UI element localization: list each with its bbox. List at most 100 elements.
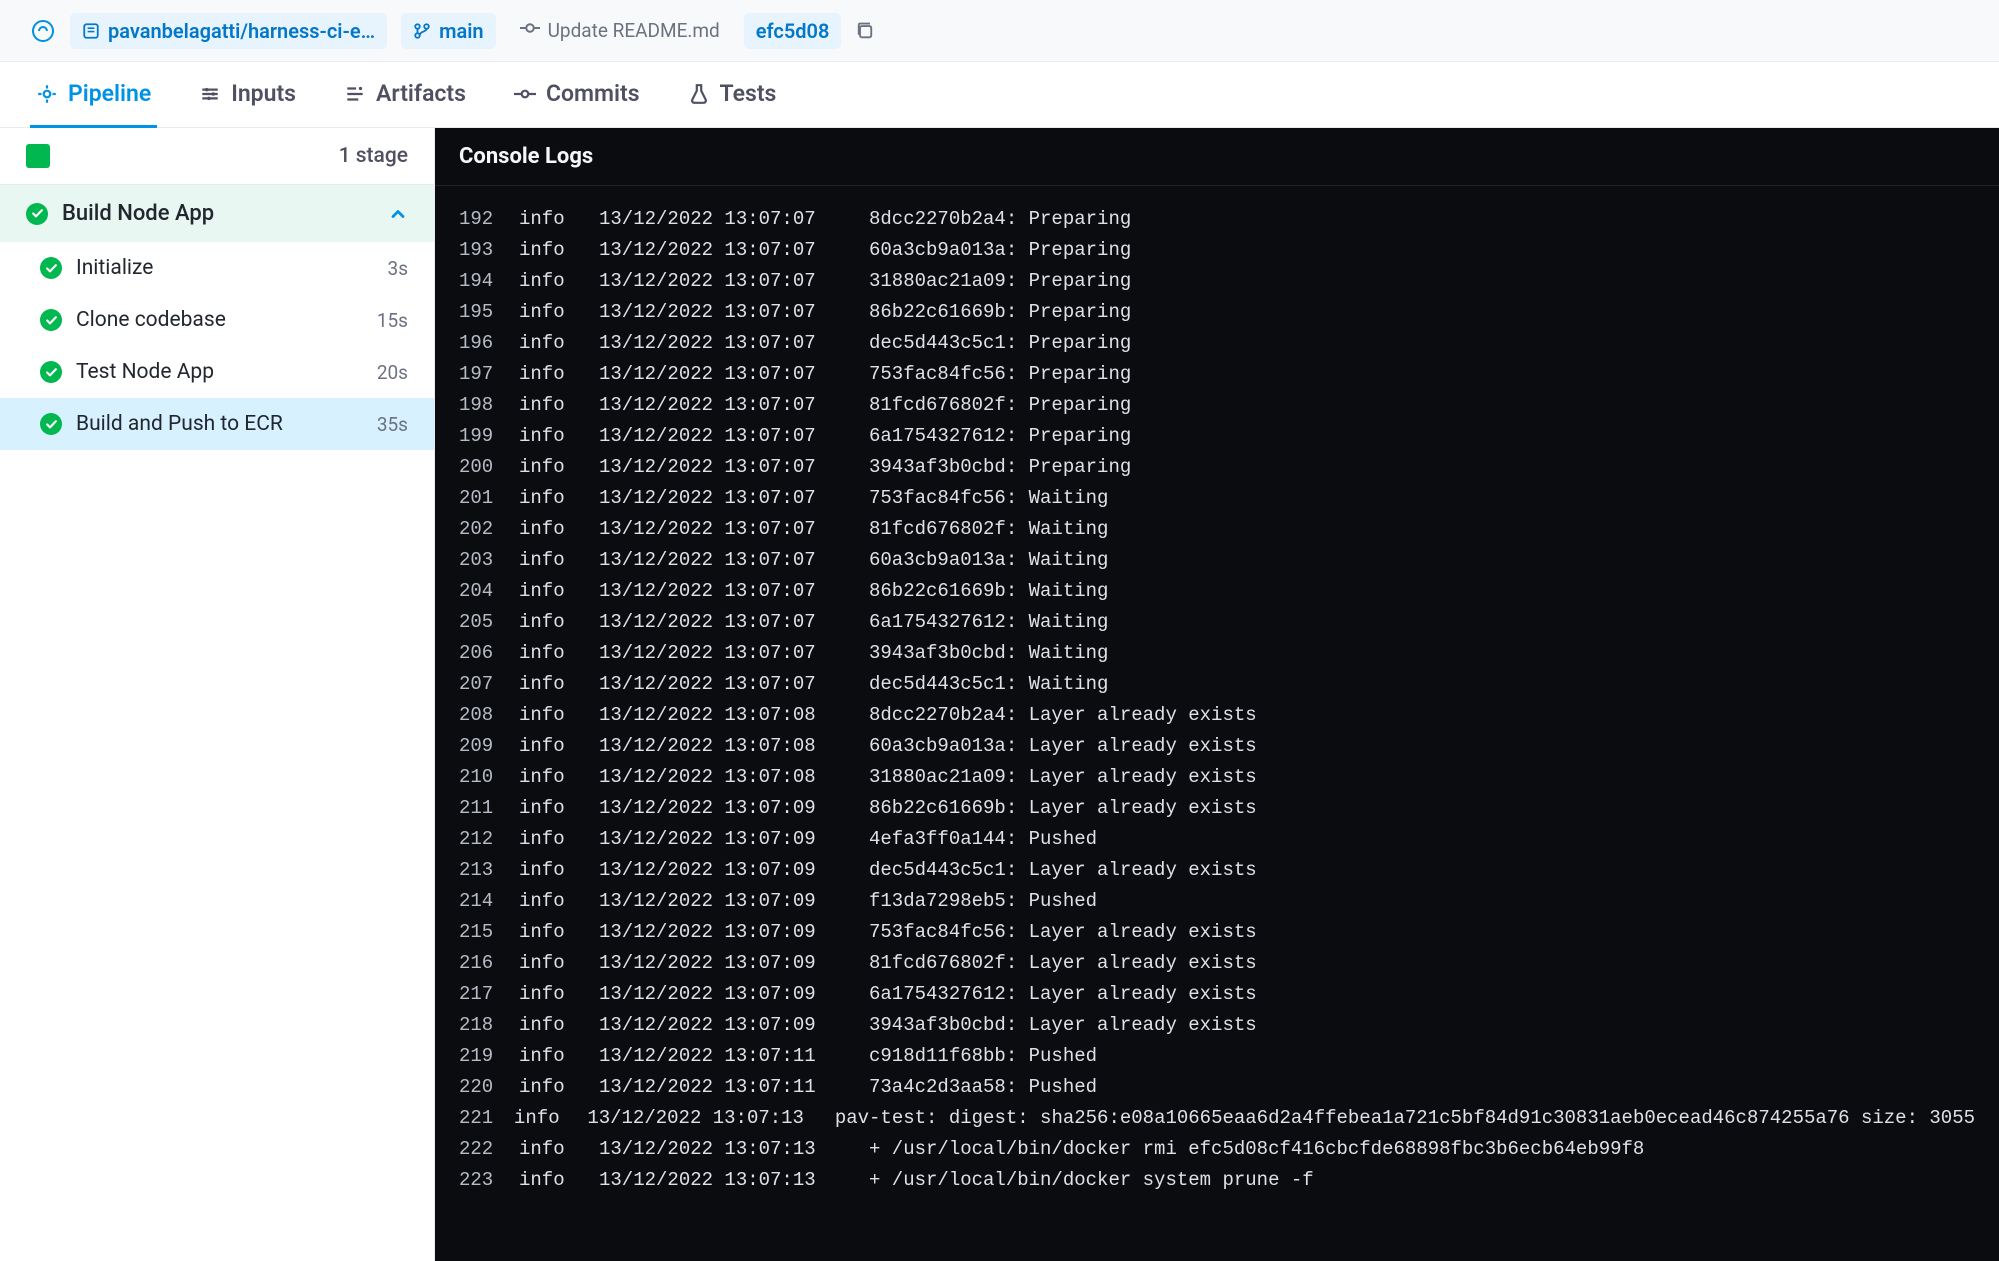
tabs-bar: Pipeline Inputs Artifacts Commits Tests bbox=[0, 62, 1999, 128]
status-square-icon bbox=[26, 144, 50, 168]
log-level: info bbox=[519, 483, 599, 514]
log-line: 222info13/12/2022 13:07:13+ /usr/local/b… bbox=[459, 1134, 1975, 1165]
log-line: 205info13/12/2022 13:07:076a1754327612: … bbox=[459, 607, 1975, 638]
log-level: info bbox=[519, 328, 599, 359]
branch-chip[interactable]: main bbox=[401, 13, 495, 49]
stages-sidebar: 1 stage Build Node App Initialize 3s bbox=[0, 128, 435, 1261]
chevron-up-icon bbox=[388, 204, 408, 224]
log-line: 192info13/12/2022 13:07:078dcc2270b2a4: … bbox=[459, 204, 1975, 235]
log-message: 81fcd676802f: Layer already exists bbox=[869, 948, 1257, 979]
log-line: 215info13/12/2022 13:07:09753fac84fc56: … bbox=[459, 917, 1975, 948]
log-line-number: 197 bbox=[459, 359, 519, 390]
log-line: 209info13/12/2022 13:07:0860a3cb9a013a: … bbox=[459, 731, 1975, 762]
log-timestamp: 13/12/2022 13:07:07 bbox=[599, 266, 869, 297]
step-name: Test Node App bbox=[76, 360, 214, 384]
log-line-number: 193 bbox=[459, 235, 519, 266]
log-message: 86b22c61669b: Waiting bbox=[869, 576, 1108, 607]
tab-pipeline[interactable]: Pipeline bbox=[30, 62, 157, 128]
step-row[interactable]: Build and Push to ECR 35s bbox=[0, 398, 434, 450]
log-line-number: 220 bbox=[459, 1072, 519, 1103]
tab-tests[interactable]: Tests bbox=[682, 62, 783, 128]
log-timestamp: 13/12/2022 13:07:13 bbox=[587, 1103, 834, 1134]
step-row[interactable]: Initialize 3s bbox=[0, 242, 434, 294]
log-message: dec5d443c5c1: Layer already exists bbox=[869, 855, 1257, 886]
log-timestamp: 13/12/2022 13:07:08 bbox=[599, 731, 869, 762]
log-timestamp: 13/12/2022 13:07:08 bbox=[599, 762, 869, 793]
log-message: + /usr/local/bin/docker rmi efc5d08cf416… bbox=[869, 1134, 1644, 1165]
success-check-icon bbox=[26, 203, 48, 225]
success-check-icon bbox=[40, 361, 62, 383]
log-level: info bbox=[514, 1103, 587, 1134]
log-line-number: 212 bbox=[459, 824, 519, 855]
log-level: info bbox=[519, 390, 599, 421]
log-line: 221info13/12/2022 13:07:13pav-test: dige… bbox=[459, 1103, 1975, 1134]
artifacts-icon bbox=[344, 83, 366, 105]
log-message: 81fcd676802f: Preparing bbox=[869, 390, 1131, 421]
log-line: 202info13/12/2022 13:07:0781fcd676802f: … bbox=[459, 514, 1975, 545]
stage-name: Build Node App bbox=[62, 201, 214, 226]
log-line: 210info13/12/2022 13:07:0831880ac21a09: … bbox=[459, 762, 1975, 793]
log-line-number: 203 bbox=[459, 545, 519, 576]
log-level: info bbox=[519, 297, 599, 328]
tab-label: Artifacts bbox=[376, 80, 466, 107]
log-line: 194info13/12/2022 13:07:0731880ac21a09: … bbox=[459, 266, 1975, 297]
log-level: info bbox=[519, 545, 599, 576]
success-check-icon bbox=[40, 257, 62, 279]
log-message: 6a1754327612: Waiting bbox=[869, 607, 1108, 638]
log-timestamp: 13/12/2022 13:07:07 bbox=[599, 638, 869, 669]
log-line: 193info13/12/2022 13:07:0760a3cb9a013a: … bbox=[459, 235, 1975, 266]
step-duration: 35s bbox=[377, 413, 408, 436]
log-line: 213info13/12/2022 13:07:09dec5d443c5c1: … bbox=[459, 855, 1975, 886]
log-line: 207info13/12/2022 13:07:07dec5d443c5c1: … bbox=[459, 669, 1975, 700]
breadcrumb: pavanbelagatti/harness-ci-e… main Update… bbox=[0, 0, 1999, 62]
log-line: 203info13/12/2022 13:07:0760a3cb9a013a: … bbox=[459, 545, 1975, 576]
log-timestamp: 13/12/2022 13:07:07 bbox=[599, 452, 869, 483]
tab-label: Commits bbox=[546, 80, 640, 107]
log-timestamp: 13/12/2022 13:07:08 bbox=[599, 700, 869, 731]
success-check-icon bbox=[40, 309, 62, 331]
log-message: 3943af3b0cbd: Layer already exists bbox=[869, 1010, 1257, 1041]
tab-inputs[interactable]: Inputs bbox=[193, 62, 302, 128]
repo-chip[interactable]: pavanbelagatti/harness-ci-e… bbox=[70, 13, 387, 49]
log-line-number: 194 bbox=[459, 266, 519, 297]
step-row[interactable]: Test Node App 20s bbox=[0, 346, 434, 398]
log-level: info bbox=[519, 576, 599, 607]
tab-commits[interactable]: Commits bbox=[508, 62, 646, 128]
log-line: 220info13/12/2022 13:07:1173a4c2d3aa58: … bbox=[459, 1072, 1975, 1103]
log-message: 753fac84fc56: Waiting bbox=[869, 483, 1108, 514]
step-duration: 15s bbox=[377, 309, 408, 332]
log-level: info bbox=[519, 452, 599, 483]
branch-icon bbox=[413, 22, 431, 40]
log-timestamp: 13/12/2022 13:07:07 bbox=[599, 421, 869, 452]
log-message: 753fac84fc56: Preparing bbox=[869, 359, 1131, 390]
log-timestamp: 13/12/2022 13:07:09 bbox=[599, 917, 869, 948]
log-timestamp: 13/12/2022 13:07:07 bbox=[599, 545, 869, 576]
log-message: 60a3cb9a013a: Preparing bbox=[869, 235, 1131, 266]
log-level: info bbox=[519, 917, 599, 948]
harness-logo-icon[interactable] bbox=[30, 18, 56, 44]
log-message: 86b22c61669b: Preparing bbox=[869, 297, 1131, 328]
log-timestamp: 13/12/2022 13:07:11 bbox=[599, 1041, 869, 1072]
log-message: 86b22c61669b: Layer already exists bbox=[869, 793, 1257, 824]
commit-hash-chip[interactable]: efc5d08 bbox=[744, 13, 842, 49]
log-line-number: 214 bbox=[459, 886, 519, 917]
log-line: 208info13/12/2022 13:07:088dcc2270b2a4: … bbox=[459, 700, 1975, 731]
log-line-number: 210 bbox=[459, 762, 519, 793]
log-message: 81fcd676802f: Waiting bbox=[869, 514, 1108, 545]
log-level: info bbox=[519, 1165, 599, 1196]
stage-row[interactable]: Build Node App bbox=[0, 185, 434, 242]
console-logs[interactable]: 192info13/12/2022 13:07:078dcc2270b2a4: … bbox=[435, 196, 1999, 1216]
log-line: 200info13/12/2022 13:07:073943af3b0cbd: … bbox=[459, 452, 1975, 483]
log-timestamp: 13/12/2022 13:07:07 bbox=[599, 204, 869, 235]
log-timestamp: 13/12/2022 13:07:07 bbox=[599, 390, 869, 421]
step-row[interactable]: Clone codebase 15s bbox=[0, 294, 434, 346]
commit-message-text: Update README.md bbox=[548, 19, 720, 42]
log-line-number: 201 bbox=[459, 483, 519, 514]
log-line: 199info13/12/2022 13:07:076a1754327612: … bbox=[459, 421, 1975, 452]
tab-artifacts[interactable]: Artifacts bbox=[338, 62, 472, 128]
copy-icon[interactable] bbox=[855, 21, 875, 41]
success-check-icon bbox=[40, 413, 62, 435]
tab-label: Pipeline bbox=[68, 80, 151, 107]
inputs-icon bbox=[199, 83, 221, 105]
log-line: 212info13/12/2022 13:07:094efa3ff0a144: … bbox=[459, 824, 1975, 855]
